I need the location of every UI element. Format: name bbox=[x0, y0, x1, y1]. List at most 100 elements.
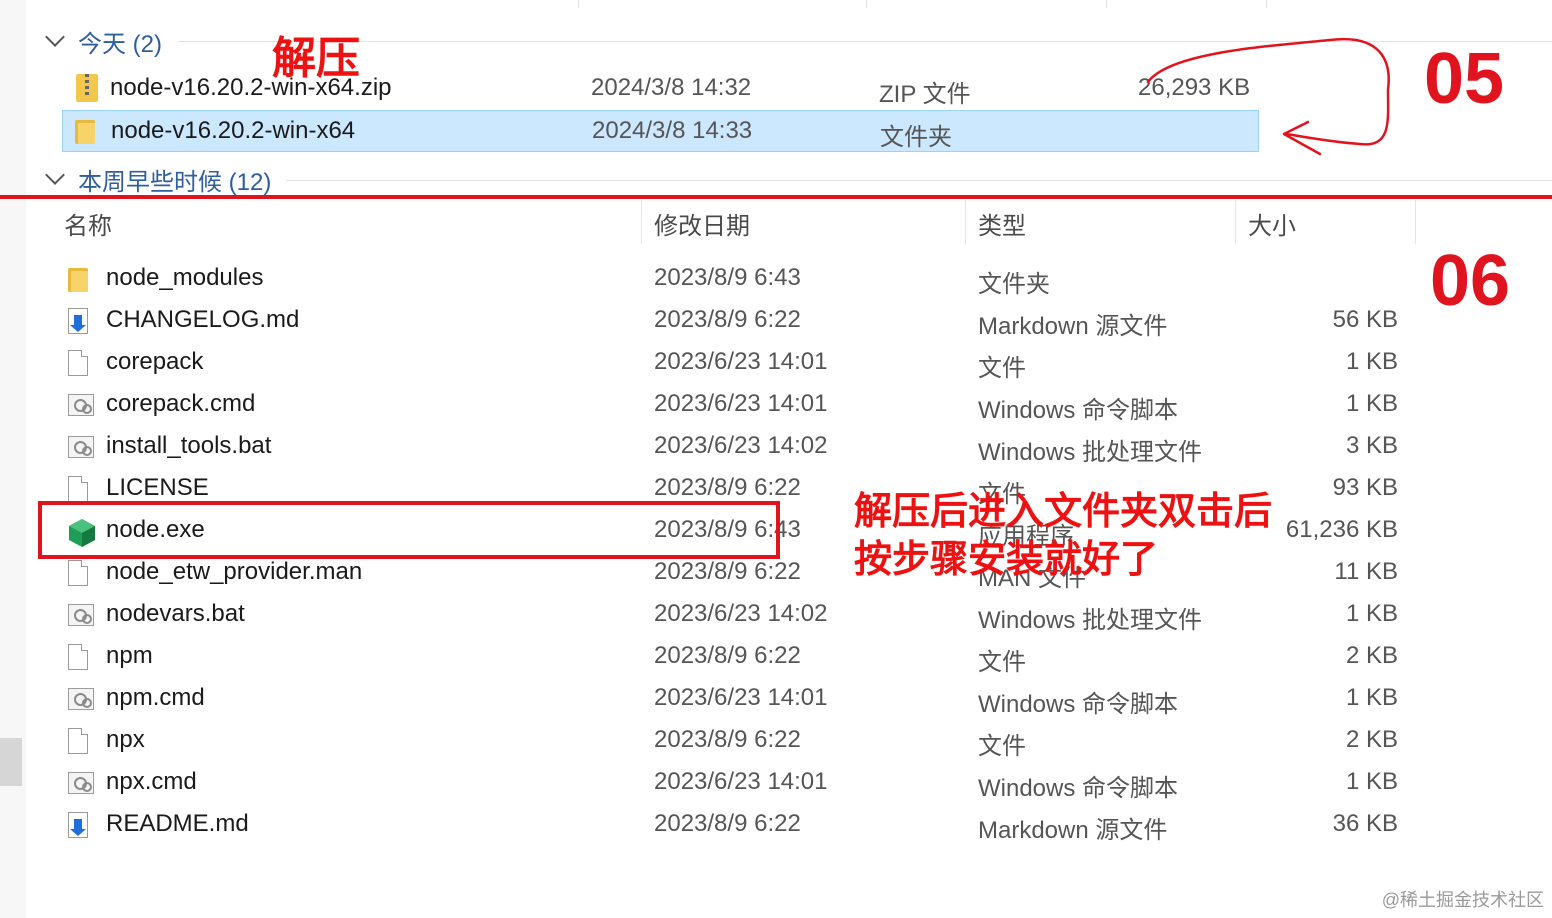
file-type: 文件夹 bbox=[978, 271, 1050, 298]
file-row-zip[interactable]: node-v16.20.2-win-x64.zip 2024/3/8 14:32… bbox=[60, 68, 1258, 108]
document-icon bbox=[68, 644, 88, 670]
script-icon bbox=[68, 394, 94, 416]
file-type: Windows 批处理文件 bbox=[978, 607, 1203, 634]
column-separator[interactable] bbox=[1235, 200, 1236, 244]
column-header-name[interactable]: 名称 bbox=[64, 206, 112, 241]
file-row-folder-selected[interactable]: node-v16.20.2-win-x64 2024/3/8 14:33 文件夹 bbox=[62, 110, 1259, 152]
file-size: 56 KB bbox=[1332, 306, 1398, 333]
file-name: npx bbox=[106, 726, 145, 753]
markdown-icon bbox=[68, 308, 88, 334]
file-name: nodevars.bat bbox=[106, 600, 245, 627]
step-number-06: 06 bbox=[1430, 241, 1511, 321]
file-row[interactable]: corepack.cmd 2023/6/23 14:01 Windows 命令脚… bbox=[62, 384, 1422, 426]
file-name: node-v16.20.2-win-x64 bbox=[111, 117, 356, 144]
file-name: npm bbox=[106, 642, 153, 669]
file-size: 93 KB bbox=[1332, 474, 1398, 501]
node-exe-highlight-box bbox=[38, 501, 780, 559]
column-separator[interactable] bbox=[641, 200, 642, 244]
file-row[interactable]: npm.cmd 2023/6/23 14:01 Windows 命令脚本 1 K… bbox=[62, 678, 1422, 720]
group-divider bbox=[286, 180, 1552, 181]
file-date: 2023/6/23 14:01 bbox=[654, 390, 828, 417]
file-type: Markdown 源文件 bbox=[978, 817, 1168, 844]
column-separator[interactable] bbox=[1415, 200, 1416, 244]
file-date: 2023/8/9 6:22 bbox=[654, 558, 801, 585]
screenshot-separator-line bbox=[0, 195, 1552, 199]
file-name: LICENSE bbox=[106, 474, 209, 501]
file-date: 2023/6/23 14:01 bbox=[654, 768, 828, 795]
file-size: 1 KB bbox=[1345, 600, 1398, 627]
file-size: 1 KB bbox=[1345, 390, 1398, 417]
file-type: Windows 命令脚本 bbox=[978, 691, 1179, 718]
curved-arrow-annotation bbox=[1146, 37, 1390, 156]
instruction-line-2: 按步骤安装就好了 bbox=[854, 539, 1159, 581]
step-number-05: 05 bbox=[1424, 39, 1505, 119]
column-header-date[interactable]: 修改日期 bbox=[654, 206, 750, 241]
script-icon bbox=[68, 772, 94, 794]
chevron-down-icon bbox=[45, 27, 65, 47]
file-name: node-v16.20.2-win-x64.zip bbox=[110, 74, 392, 101]
file-date: 2023/6/23 14:01 bbox=[654, 348, 828, 375]
file-date: 2023/8/9 6:22 bbox=[654, 726, 801, 753]
file-size: 1 KB bbox=[1345, 348, 1398, 375]
file-name: node_modules bbox=[106, 264, 264, 291]
instruction-note: 解压后进入文件夹双击后 按步骤安装就好了 bbox=[854, 488, 1272, 584]
file-row[interactable]: CHANGELOG.md 2023/8/9 6:22 Markdown 源文件 … bbox=[62, 300, 1422, 342]
file-row[interactable]: npx 2023/8/9 6:22 文件 2 KB bbox=[62, 720, 1422, 762]
group-label: 本周早些时候 (12) bbox=[78, 168, 272, 196]
markdown-icon bbox=[68, 812, 88, 838]
column-separator[interactable] bbox=[965, 200, 966, 244]
document-icon bbox=[68, 476, 88, 502]
document-icon bbox=[68, 350, 88, 376]
document-icon bbox=[68, 560, 88, 586]
group-header-earlier-this-week[interactable]: 本周早些时候 (12) bbox=[45, 164, 272, 196]
file-date: 2023/6/23 14:02 bbox=[654, 432, 828, 459]
file-row[interactable]: corepack 2023/6/23 14:01 文件 1 KB bbox=[62, 342, 1422, 384]
file-row[interactable]: npm 2023/8/9 6:22 文件 2 KB bbox=[62, 636, 1422, 678]
file-type: 文件夹 bbox=[880, 124, 952, 151]
file-size: 1 KB bbox=[1345, 768, 1398, 795]
file-name: corepack bbox=[106, 348, 204, 375]
script-icon bbox=[68, 604, 94, 626]
file-size: 11 KB bbox=[1334, 558, 1398, 585]
column-header-type[interactable]: 类型 bbox=[978, 206, 1026, 241]
file-row[interactable]: npx.cmd 2023/6/23 14:01 Windows 命令脚本 1 K… bbox=[62, 762, 1422, 804]
zip-archive-icon bbox=[76, 74, 98, 102]
scrollbar-thumb[interactable] bbox=[0, 738, 22, 786]
file-name: corepack.cmd bbox=[106, 390, 256, 417]
file-name: CHANGELOG.md bbox=[106, 306, 300, 333]
file-type: ZIP 文件 bbox=[879, 81, 971, 108]
file-type: Markdown 源文件 bbox=[978, 313, 1168, 340]
file-date: 2023/8/9 6:22 bbox=[654, 306, 801, 333]
file-row[interactable]: README.md 2023/8/9 6:22 Markdown 源文件 36 … bbox=[62, 804, 1422, 846]
file-date: 2023/8/9 6:43 bbox=[654, 264, 801, 291]
file-type: 文件 bbox=[978, 733, 1026, 760]
column-header-size[interactable]: 大小 bbox=[1248, 206, 1296, 241]
file-date: 2024/3/8 14:33 bbox=[592, 117, 753, 144]
file-row[interactable]: node_modules 2023/8/9 6:43 文件夹 bbox=[62, 258, 1422, 300]
file-size: 2 KB bbox=[1345, 642, 1398, 669]
instruction-line-1: 解压后进入文件夹双击后 bbox=[854, 491, 1273, 533]
file-type: 文件 bbox=[978, 649, 1026, 676]
file-name: install_tools.bat bbox=[106, 432, 272, 459]
file-size: 61,236 KB bbox=[1285, 516, 1398, 543]
file-name: npm.cmd bbox=[106, 684, 205, 711]
document-icon bbox=[68, 728, 88, 754]
file-size: 3 KB bbox=[1345, 432, 1398, 459]
file-name: npx.cmd bbox=[106, 768, 197, 795]
script-icon bbox=[68, 688, 94, 710]
folder-icon bbox=[68, 266, 90, 292]
file-row[interactable]: install_tools.bat 2023/6/23 14:02 Window… bbox=[62, 426, 1422, 468]
file-size: 2 KB bbox=[1345, 726, 1398, 753]
group-header-today[interactable]: 今天 (2) bbox=[45, 26, 162, 58]
script-icon bbox=[68, 436, 94, 458]
file-row[interactable]: nodevars.bat 2023/6/23 14:02 Windows 批处理… bbox=[62, 594, 1422, 636]
file-type: Windows 命令脚本 bbox=[978, 397, 1179, 424]
file-size: 36 KB bbox=[1332, 810, 1398, 837]
file-date: 2023/8/9 6:22 bbox=[654, 474, 801, 501]
file-type: Windows 命令脚本 bbox=[978, 775, 1179, 802]
watermark: @稀土掘金技术社区 bbox=[1381, 890, 1544, 910]
file-date: 2023/8/9 6:22 bbox=[654, 642, 801, 669]
file-type: 文件 bbox=[978, 355, 1026, 382]
file-date: 2023/6/23 14:01 bbox=[654, 684, 828, 711]
chevron-down-icon bbox=[45, 165, 65, 185]
